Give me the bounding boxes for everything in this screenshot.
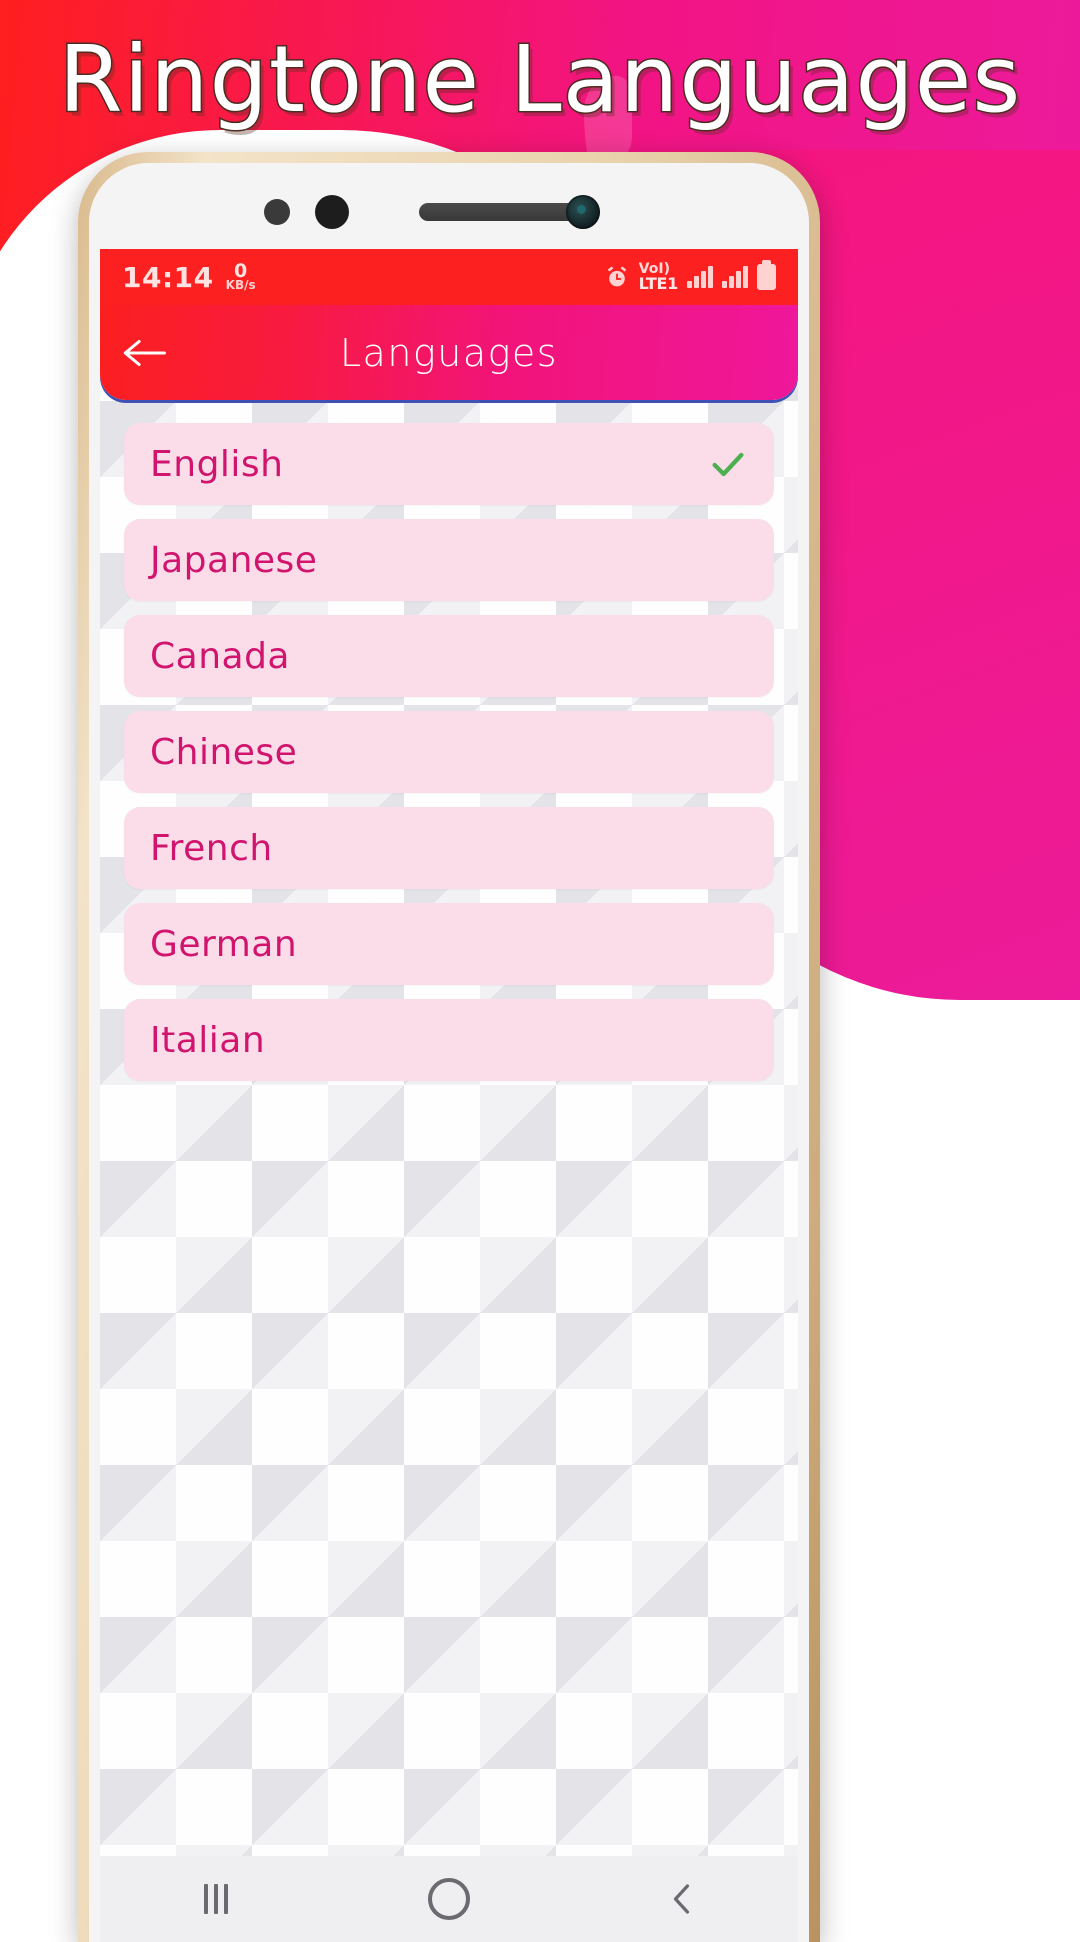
- network-speed-indicator: 0 KB/s: [225, 262, 256, 293]
- language-item-german[interactable]: German: [124, 903, 774, 985]
- back-chevron-icon: [673, 1884, 689, 1914]
- proximity-sensor-icon: [264, 199, 290, 225]
- back-button[interactable]: [100, 305, 192, 400]
- back-nav-button[interactable]: [627, 1856, 737, 1942]
- status-bar-left: 14:14 0 KB/s: [122, 261, 256, 294]
- app-bar-title: Languages: [339, 330, 559, 375]
- light-sensor-icon: [315, 195, 349, 229]
- signal-bars-icon: [687, 266, 713, 288]
- status-bar-right: VoI) LTE1: [604, 260, 776, 293]
- battery-icon: [757, 260, 776, 290]
- home-button[interactable]: [394, 1856, 504, 1942]
- check-icon: [708, 444, 748, 484]
- language-item-chinese[interactable]: Chinese: [124, 711, 774, 793]
- language-label: Japanese: [150, 539, 318, 581]
- language-item-italian[interactable]: Italian: [124, 999, 774, 1081]
- android-navigation-bar: [100, 1856, 798, 1942]
- app-bar: Languages: [100, 305, 798, 400]
- alarm-clock-icon: [604, 264, 630, 290]
- language-label: Italian: [150, 1019, 266, 1061]
- home-circle-icon: [427, 1878, 470, 1920]
- language-item-french[interactable]: French: [124, 807, 774, 889]
- volte-indicator: VoI) LTE1: [638, 262, 679, 293]
- language-list: English Japanese Canada Chinese French G…: [100, 413, 798, 1095]
- status-time: 14:14: [122, 260, 214, 294]
- language-item-japanese[interactable]: Japanese: [124, 519, 774, 601]
- language-label: German: [150, 923, 298, 965]
- phone-screen: 14:14 0 KB/s VoI) LTE1 Languages English…: [100, 249, 798, 1942]
- page-title: Ringtone Languages: [57, 24, 1022, 134]
- language-item-canada[interactable]: Canada: [124, 615, 774, 697]
- network-speed-unit: KB/s: [225, 278, 256, 293]
- language-label: French: [150, 827, 273, 869]
- front-camera-icon: [566, 195, 600, 229]
- arrow-left-icon: [123, 339, 166, 366]
- volte-label-bottom: LTE1: [638, 274, 679, 293]
- language-label: Canada: [150, 635, 290, 677]
- language-label: Chinese: [150, 731, 298, 773]
- recents-icon: [204, 1884, 229, 1914]
- recents-button[interactable]: [161, 1856, 271, 1942]
- phone-bezel: 14:14 0 KB/s VoI) LTE1 Languages English…: [89, 163, 809, 1942]
- language-label: English: [150, 443, 284, 485]
- signal-bars-icon: [722, 266, 748, 288]
- phone-mockup-frame: 14:14 0 KB/s VoI) LTE1 Languages English…: [78, 152, 820, 1942]
- language-item-english[interactable]: English: [124, 423, 774, 505]
- phone-top-bezel: [89, 163, 809, 249]
- status-bar: 14:14 0 KB/s VoI) LTE1: [100, 249, 798, 305]
